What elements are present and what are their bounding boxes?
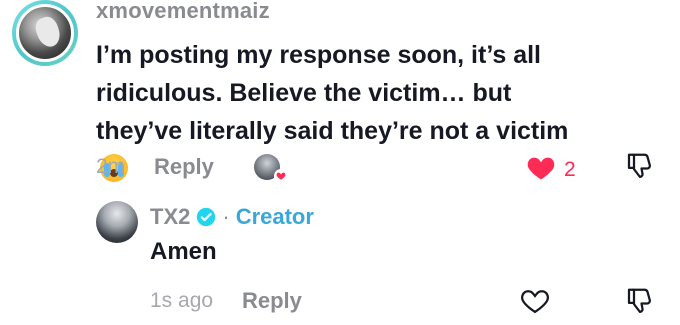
- reply-timestamp: 1s ago: [150, 289, 214, 312]
- creator-liked-heart-icon: [273, 169, 288, 183]
- verified-badge-icon: [196, 207, 216, 227]
- dislike-icon[interactable]: [624, 286, 654, 321]
- commenter-username[interactable]: xmovementmaiz: [96, 0, 270, 24]
- heart-filled-icon[interactable]: [526, 153, 556, 186]
- reply-meta: 1s ago Reply: [150, 286, 342, 316]
- reply-to-reply-button[interactable]: Reply: [242, 288, 302, 314]
- reply-text: Amen: [150, 238, 217, 265]
- comment-meta: 2m Reply: [96, 152, 288, 183]
- like-group: 2: [526, 153, 576, 186]
- avatar-image: [16, 4, 74, 62]
- comment-timestamp: 2m: [96, 155, 126, 178]
- comment-body: I’m posting my response soon, it’s all r…: [96, 41, 569, 145]
- commenter-avatar[interactable]: [12, 0, 78, 66]
- heart-outline-icon[interactable]: [520, 286, 550, 319]
- dislike-icon[interactable]: [624, 151, 654, 186]
- reply-avatar[interactable]: [96, 201, 138, 243]
- reply-header: TX2 · Creator: [150, 204, 314, 230]
- like-count: 2: [564, 157, 576, 181]
- separator-dot: ·: [222, 204, 230, 229]
- creator-label: Creator: [235, 204, 314, 229]
- reply-username[interactable]: TX2: [150, 204, 190, 230]
- reply-button[interactable]: Reply: [154, 154, 214, 180]
- creator-liked-avatar: [253, 154, 288, 183]
